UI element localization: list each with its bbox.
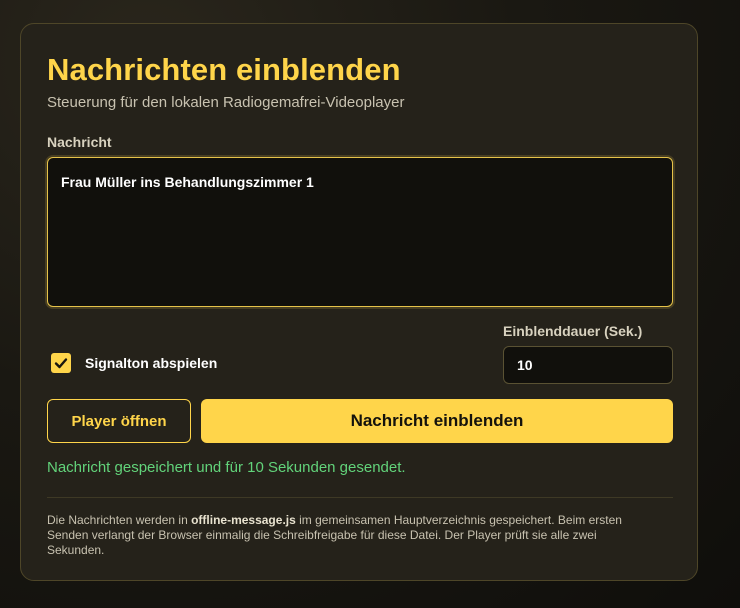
checkmark-icon: [54, 358, 68, 369]
status-message: Nachricht gespeichert und für 10 Sekunde…: [47, 459, 406, 476]
duration-input[interactable]: [503, 346, 673, 384]
open-player-button[interactable]: Player öffnen: [47, 399, 191, 443]
divider: [47, 497, 673, 498]
signal-toggle[interactable]: Signalton abspielen: [51, 353, 217, 373]
message-card: Nachrichten einblenden Steuerung für den…: [20, 23, 698, 581]
signal-checkbox[interactable]: [51, 353, 71, 373]
page-title: Nachrichten einblenden: [47, 52, 401, 87]
footnote: Die Nachrichten werden in offline-messag…: [47, 513, 647, 558]
duration-label: Einblenddauer (Sek.): [503, 323, 643, 339]
signal-label: Signalton abspielen: [85, 355, 218, 371]
send-message-button[interactable]: Nachricht einblenden: [201, 399, 673, 443]
message-label: Nachricht: [47, 134, 112, 150]
message-textarea[interactable]: Frau Müller ins Behandlungszimmer 1: [47, 157, 673, 307]
footnote-text-1: Die Nachrichten werden in: [47, 513, 192, 527]
page-subtitle: Steuerung für den lokalen Radiogemafrei-…: [47, 94, 405, 111]
footnote-filename: offline-message.js: [191, 513, 296, 527]
